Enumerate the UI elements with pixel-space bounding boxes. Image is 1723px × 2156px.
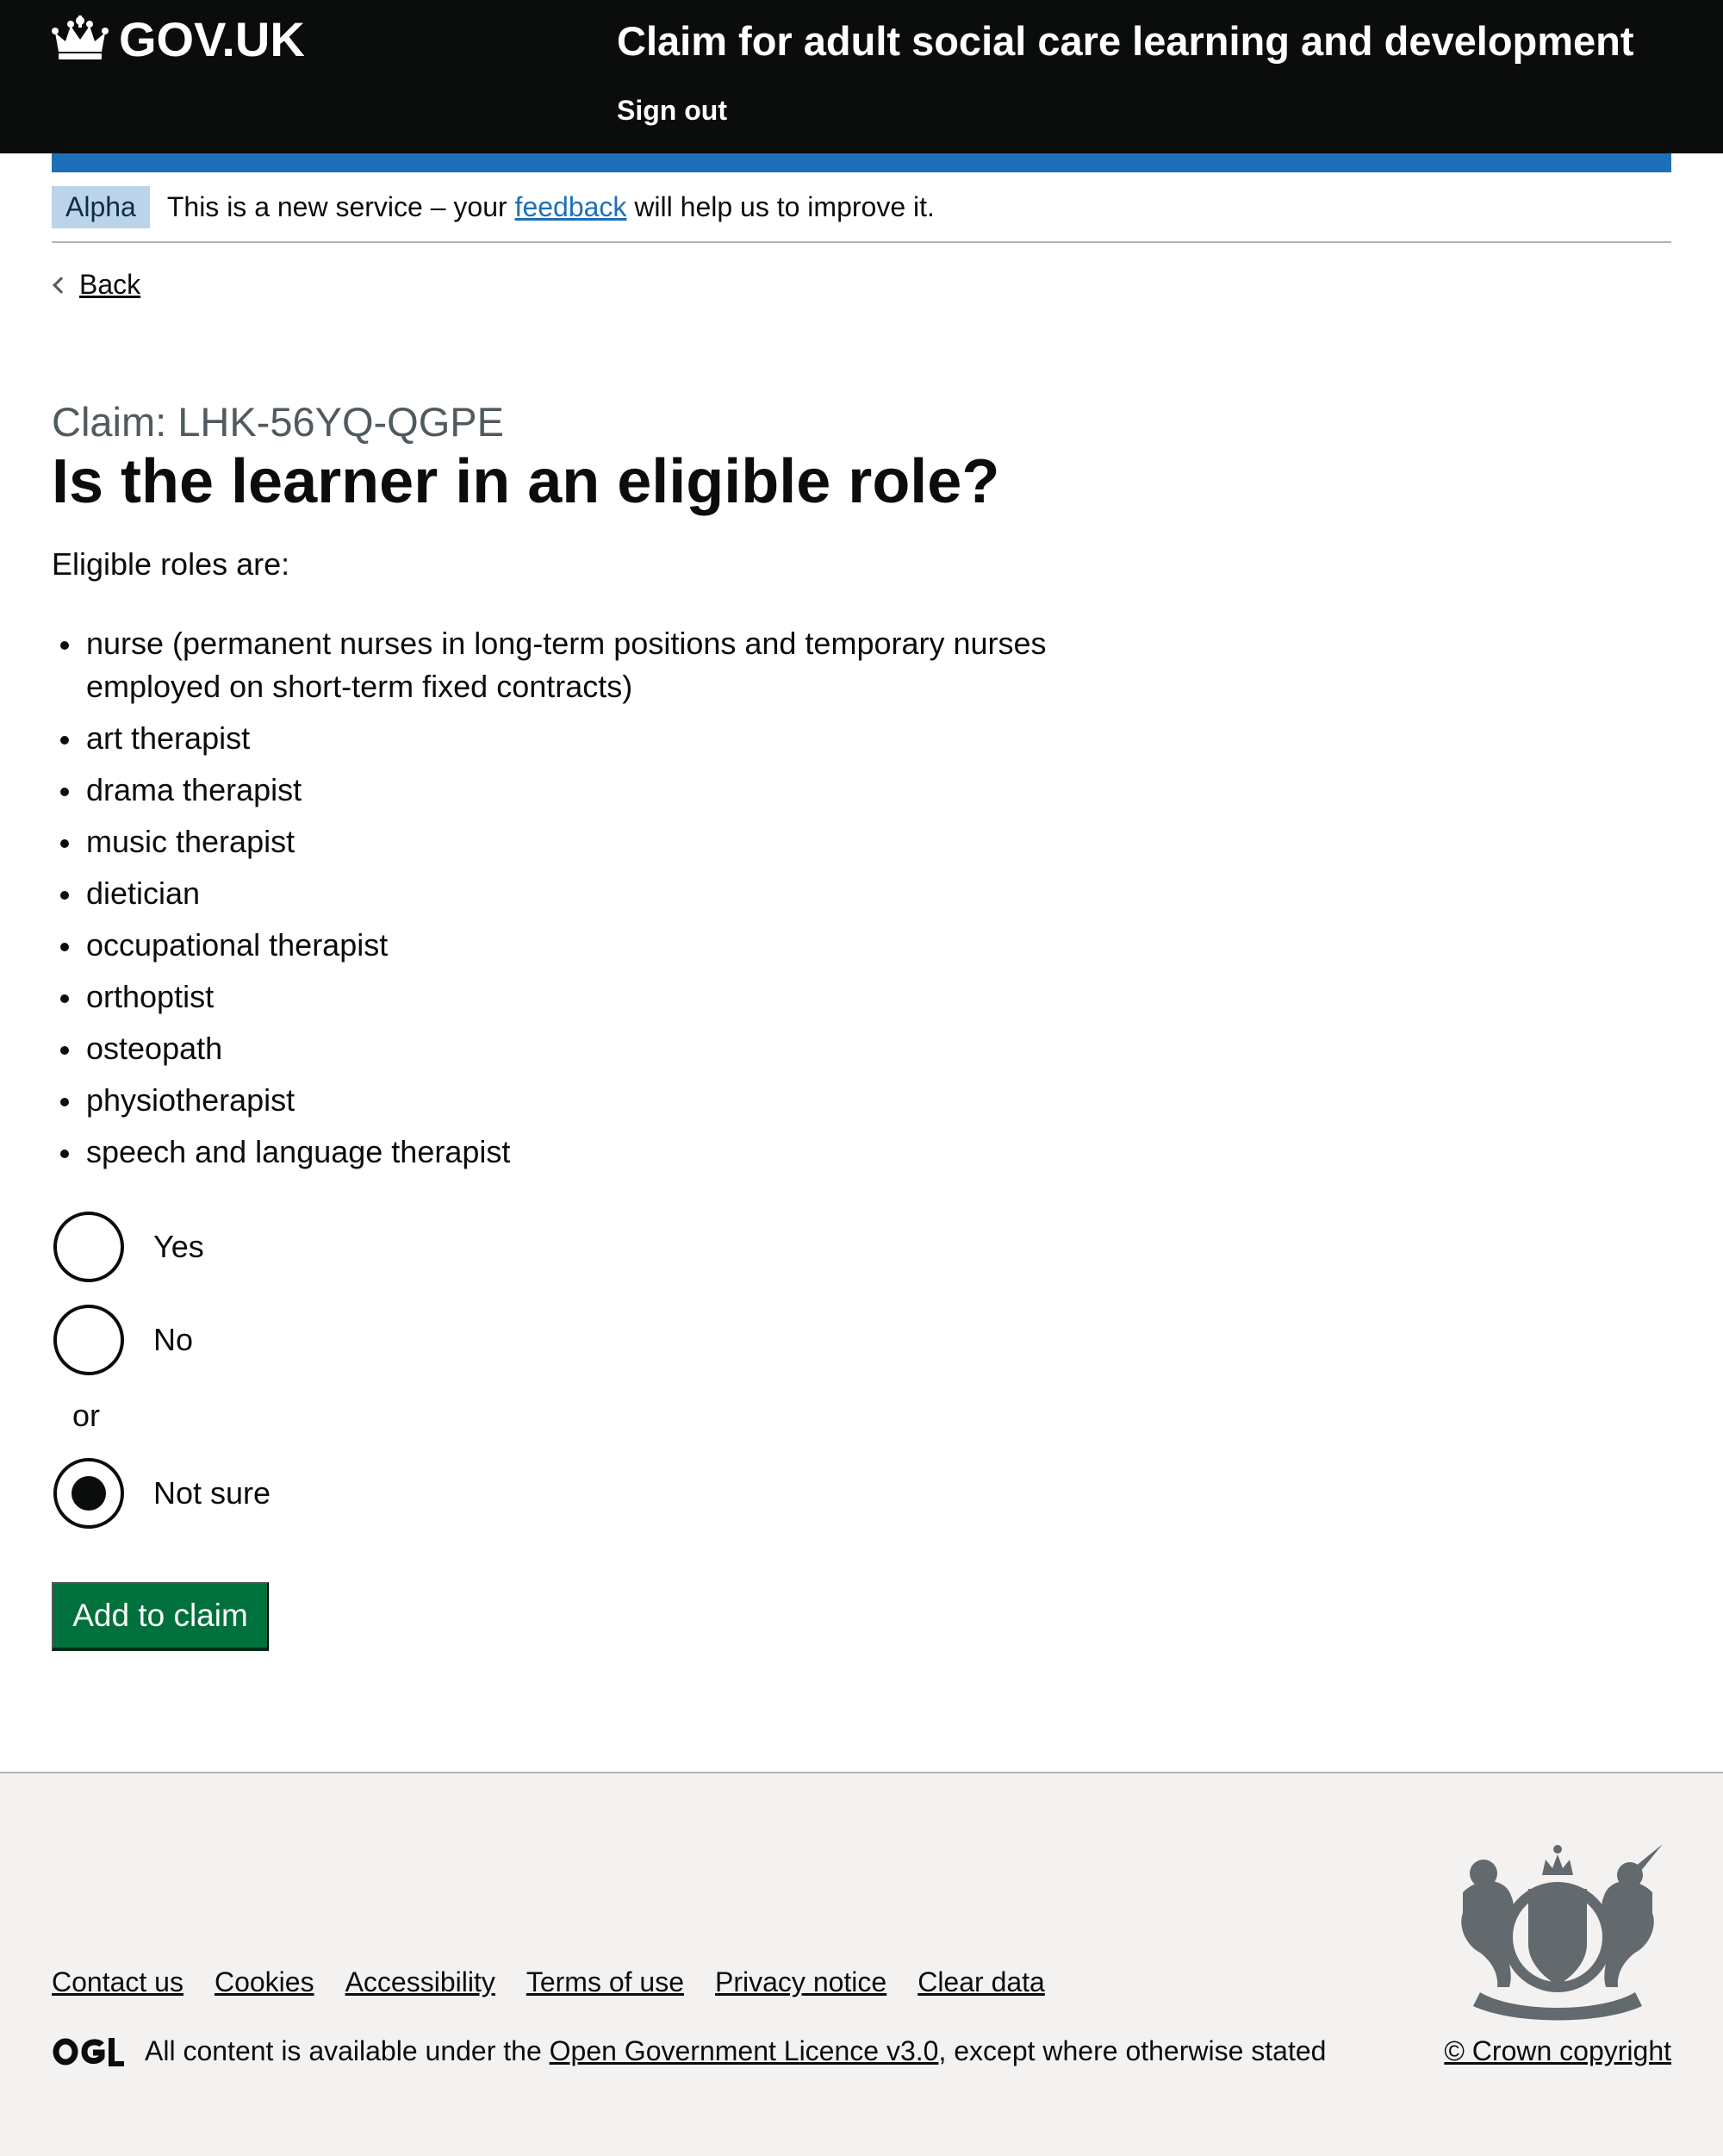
radio-divider: or xyxy=(72,1398,101,1433)
phase-text-after: will help us to improve it. xyxy=(626,190,935,222)
list-item: art therapist xyxy=(60,717,1120,760)
list-item: occupational therapist xyxy=(60,924,1120,967)
licence-statement: All content is available under the Open … xyxy=(52,2035,1326,2067)
radio-no[interactable] xyxy=(53,1305,124,1375)
radio-label-yes[interactable]: Yes xyxy=(153,1229,204,1265)
list-item: speech and language therapist xyxy=(60,1131,1120,1174)
list-item: music therapist xyxy=(60,820,1120,863)
back-link-container[interactable]: Back xyxy=(52,269,140,301)
footer-link-accessibility[interactable]: Accessibility xyxy=(345,1966,495,1998)
phase-text-before: This is a new service – your xyxy=(166,190,515,222)
royal-coat-of-arms-icon xyxy=(1461,1844,1663,2021)
add-to-claim-button[interactable]: Add to claim xyxy=(52,1582,269,1651)
site-footer: Contact us Cookies Accessibility Terms o… xyxy=(0,1772,1723,2156)
chevron-left-icon xyxy=(53,276,70,294)
radio-option-yes[interactable]: Yes xyxy=(53,1212,204,1282)
back-link[interactable]: Back xyxy=(79,269,140,301)
list-item: physiotherapist xyxy=(60,1079,1120,1122)
site-header: GOV.UK Claim for adult social care learn… xyxy=(0,0,1723,153)
govuk-logo-link[interactable]: GOV.UK xyxy=(52,12,305,67)
radio-yes[interactable] xyxy=(53,1212,124,1282)
sign-out-link[interactable]: Sign out xyxy=(617,95,727,127)
crown-icon xyxy=(52,16,109,59)
list-item: drama therapist xyxy=(60,769,1120,812)
crown-copyright-link[interactable]: © Crown copyright xyxy=(1444,2035,1671,2067)
phase-tag: Alpha xyxy=(52,185,150,228)
radio-option-no[interactable]: No xyxy=(53,1305,193,1375)
footer-link-contact-us[interactable]: Contact us xyxy=(52,1966,183,1998)
phase-text: This is a new service – your feedback wi… xyxy=(167,191,935,223)
list-item: dietician xyxy=(60,872,1120,915)
radio-option-not-sure[interactable]: Not sure xyxy=(53,1458,271,1529)
claim-caption: Claim: LHK-56YQ-QGPE xyxy=(52,399,504,445)
radio-label-no[interactable]: No xyxy=(153,1322,193,1358)
header-blue-bar xyxy=(52,153,1671,172)
ogl-logo-icon xyxy=(53,2037,124,2066)
logo-text: GOV.UK xyxy=(119,12,305,66)
list-item: nurse (permanent nurses in long-term pos… xyxy=(60,622,1120,708)
feedback-link[interactable]: feedback xyxy=(515,191,627,222)
footer-link-terms-of-use[interactable]: Terms of use xyxy=(526,1966,684,1998)
footer-link-clear-data[interactable]: Clear data xyxy=(917,1966,1045,1998)
licence-text-after: , except where otherwise stated xyxy=(938,2035,1327,2066)
page-title: Is the learner in an eligible role? xyxy=(52,447,1000,516)
licence-text-before: All content is available under the xyxy=(145,2035,550,2066)
licence-text: All content is available under the Open … xyxy=(145,2035,1326,2067)
radio-label-not-sure[interactable]: Not sure xyxy=(153,1475,271,1511)
phase-banner: Alpha This is a new service – your feedb… xyxy=(52,172,1671,243)
radio-not-sure[interactable] xyxy=(53,1458,124,1529)
list-item: orthoptist xyxy=(60,975,1120,1019)
footer-link-privacy-notice[interactable]: Privacy notice xyxy=(715,1966,886,1998)
service-name-link[interactable]: Claim for adult social care learning and… xyxy=(617,19,1634,64)
footer-links: Contact us Cookies Accessibility Terms o… xyxy=(52,1966,1076,1998)
open-government-licence-link[interactable]: Open Government Licence v3.0 xyxy=(550,2035,939,2066)
intro-text: Eligible roles are: xyxy=(52,546,290,582)
footer-link-cookies[interactable]: Cookies xyxy=(215,1966,314,1998)
list-item: osteopath xyxy=(60,1027,1120,1070)
eligible-roles-list: nurse (permanent nurses in long-term pos… xyxy=(60,622,1120,1182)
